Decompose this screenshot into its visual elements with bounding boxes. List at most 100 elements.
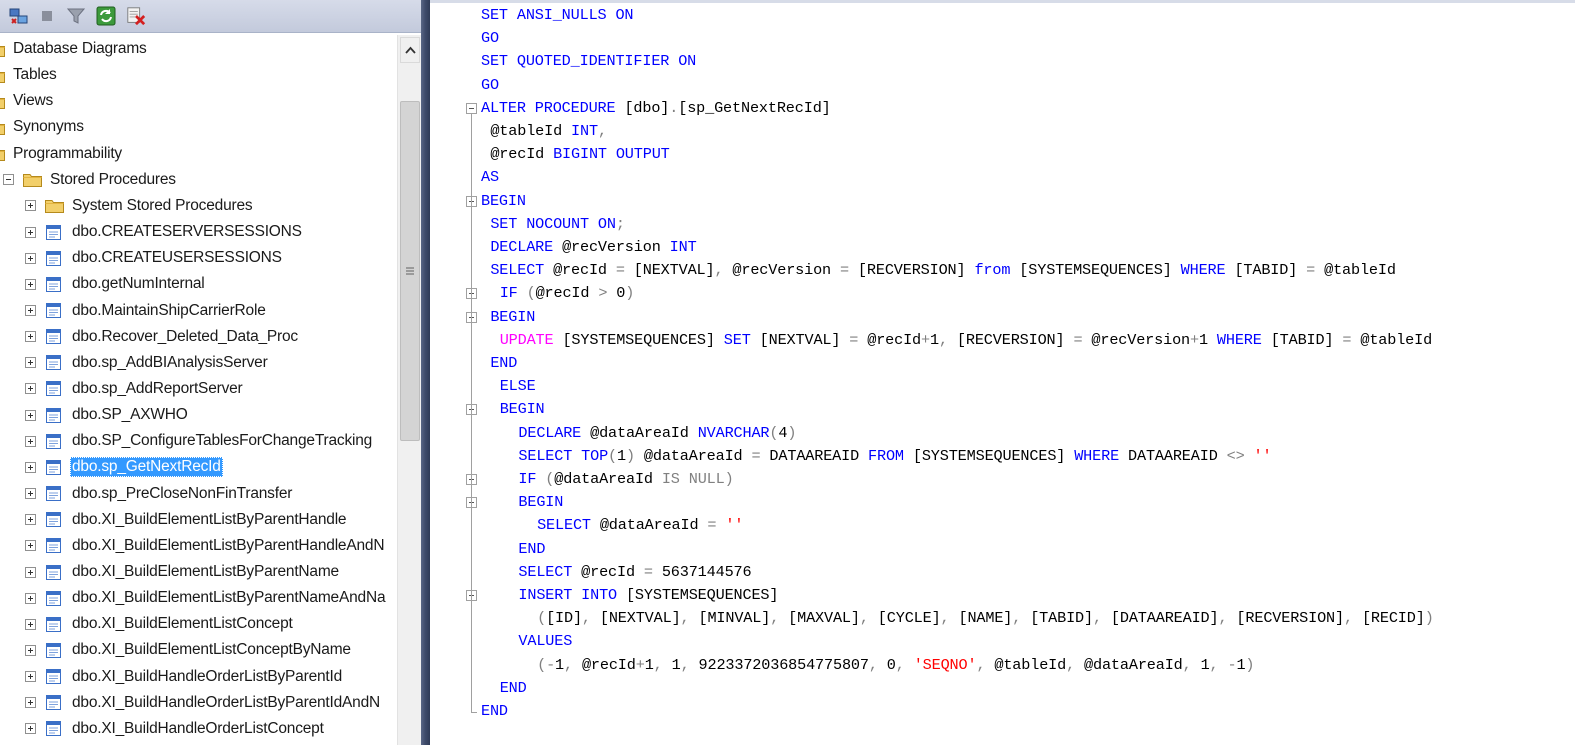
tree-node-dbo-sp-preclosenonfintransfer[interactable]: dbo.sp_PreCloseNonFinTransfer (25, 481, 294, 507)
tree-node-dbo-xi-buildelementlistconceptbyname[interactable]: dbo.XI_BuildElementListConceptByName (25, 637, 353, 663)
pane-splitter[interactable] (421, 0, 430, 745)
tree-node-label: dbo.Recover_Deleted_Data_Proc (72, 327, 298, 345)
connect-icon[interactable] (9, 6, 29, 26)
expand-plus-icon[interactable] (25, 278, 36, 290)
code-line: BEGIN (481, 191, 526, 210)
filter-icon[interactable] (66, 6, 86, 26)
stop-icon[interactable] (37, 6, 57, 26)
tree-node-dbo-maintainshipcarrierrole[interactable]: dbo.MaintainShipCarrierRole (25, 298, 268, 324)
tree-node-label: Database Diagrams (13, 40, 147, 57)
tree-node-dbo-xi-buildelementlistbyparentname[interactable]: dbo.XI_BuildElementListByParentName (25, 559, 341, 585)
tree-node-dbo-recover-deleted-data-proc[interactable]: dbo.Recover_Deleted_Data_Proc (25, 324, 300, 350)
code-line: GO (481, 29, 499, 48)
expand-plus-icon[interactable] (25, 305, 36, 316)
outline-guide-end (471, 712, 477, 713)
code-line: @recId BIGINT OUTPUT (490, 145, 670, 164)
tree-node-dbo-xi-buildelementlistbyparenthandleandn[interactable]: dbo.XI_BuildElementListByParentHandleAnd… (25, 533, 386, 559)
tree-node-database-diagrams[interactable]: Database Diagrams (0, 36, 149, 62)
collapse-minus-icon[interactable] (3, 174, 14, 186)
tree-node-views[interactable]: Views (0, 88, 55, 114)
tree-scrollbar[interactable] (397, 35, 421, 745)
stored-procedure-icon (45, 668, 62, 685)
expand-plus-icon[interactable] (25, 592, 36, 604)
object-explorer-tree: Database Diagrams Tables Views Synonyms Prog… (0, 36, 397, 745)
code-editor[interactable]: SET ANSI_NULLS ON GO SET QUOTED_IDENTIFIER… (430, 0, 1575, 745)
code-line: (-1, @recId+1, 1, 9223372036854775807, 0… (537, 655, 1255, 674)
expand-plus-icon[interactable] (25, 488, 36, 500)
folder-icon (0, 120, 5, 135)
tree-node-label: dbo.XI_BuildElementListByParentHandleAnd… (72, 536, 385, 554)
tree-node-dbo-xi-buildelementlistbyparentnameandna[interactable]: dbo.XI_BuildElementListByParentNameAndNa (25, 585, 387, 611)
code-line: INSERT INTO [SYSTEMSEQUENCES] (518, 586, 779, 604)
expand-plus-icon[interactable] (25, 357, 36, 369)
tree-node-dbo-createserversessions[interactable]: dbo.CREATESERVERSESSIONS (25, 219, 304, 245)
code-line: SET QUOTED_IDENTIFIER ON (481, 52, 697, 71)
tree-node-dbo-xi-buildhandleorderlistbyparentid[interactable]: dbo.XI_BuildHandleOrderListByParentId (25, 664, 344, 690)
stored-procedure-icon (45, 407, 62, 424)
code-line: SET ANSI_NULLS ON (481, 6, 634, 24)
scroll-up-button[interactable] (400, 37, 420, 63)
tree-node-stored-procedures[interactable]: Stored Procedures (3, 167, 178, 193)
scrollbar-thumb[interactable] (400, 101, 420, 441)
code-line: SELECT TOP(1) @dataAreaId = DATAAREAID F… (518, 446, 1272, 465)
tree-node-dbo-createusersessions[interactable]: dbo.CREATEUSERSESSIONS (25, 245, 284, 271)
tree-node-dbo-sp-axwho[interactable]: dbo.SP_AXWHO (25, 402, 190, 428)
tree-node-label: dbo.CREATEUSERSESSIONS (72, 249, 282, 267)
tree-node-dbo-xi-buildelementlistbyparenthandle[interactable]: dbo.XI_BuildElementListByParentHandle (25, 507, 348, 533)
expand-plus-icon[interactable] (25, 618, 36, 630)
tree-node-label: dbo.XI_BuildElementListByParentHandle (72, 510, 347, 528)
refresh-icon[interactable] (96, 6, 116, 26)
code-line: GO (481, 75, 499, 94)
tree-node-label: dbo.XI_BuildElementListConceptByName (72, 641, 351, 659)
expand-plus-icon[interactable] (25, 252, 36, 264)
tree-node-dbo-xi-buildhandleorderlistbyparentidandn[interactable]: dbo.XI_BuildHandleOrderListByParentIdAnd… (25, 690, 382, 716)
expand-plus-icon[interactable] (25, 331, 36, 343)
code-line: END (481, 702, 508, 720)
tree-node-dbo-sp-addbianalysisserver[interactable]: dbo.sp_AddBIAnalysisServer (25, 350, 270, 376)
tree-node-label: Synonyms (13, 118, 84, 136)
expand-plus-icon[interactable] (25, 644, 36, 656)
expand-plus-icon[interactable] (25, 200, 36, 212)
expand-plus-icon[interactable] (25, 226, 36, 238)
tree-node-label: dbo.XI_BuildHandleOrderListConcept (72, 719, 324, 737)
tree-node-dbo-getnuminternal[interactable]: dbo.getNumInternal (25, 271, 207, 297)
expand-plus-icon[interactable] (25, 723, 36, 735)
expand-plus-icon[interactable] (25, 514, 36, 526)
code-line: SELECT @recId = [NEXTVAL], @recVersion =… (490, 261, 1396, 280)
stored-procedure-icon (45, 250, 62, 267)
tree-node-label: dbo.SP_ConfigureTablesForChangeTracking (72, 432, 373, 450)
folder-icon (0, 68, 5, 83)
tree-node-dbo-sp-configuretablesforchangetracking[interactable]: dbo.SP_ConfigureTablesForChangeTracking (25, 428, 374, 454)
tree-node-dbo-xi-buildhandleorderlistconcept[interactable]: dbo.XI_BuildHandleOrderListConcept (25, 716, 326, 742)
expand-plus-icon[interactable] (25, 671, 36, 683)
tree-node-label: Programmability (13, 144, 122, 162)
tree-node-system-stored-procedures[interactable]: System Stored Procedures (25, 193, 254, 219)
delete-icon[interactable] (126, 6, 146, 26)
expand-plus-icon[interactable] (25, 383, 36, 395)
expand-plus-icon[interactable] (25, 566, 36, 578)
expand-plus-icon[interactable] (25, 540, 36, 552)
tree-node-label: dbo.SP_AXWHO (72, 406, 188, 424)
stored-procedure-icon (45, 433, 62, 450)
expand-plus-icon[interactable] (25, 697, 36, 709)
tree-node-dbo-xi-buildelementlistconcept[interactable]: dbo.XI_BuildElementListConcept (25, 611, 295, 637)
tree-node-synonyms[interactable]: Synonyms (0, 114, 86, 140)
expand-plus-icon[interactable] (25, 409, 36, 421)
tree-node-label: Tables (13, 66, 57, 84)
folder-icon (0, 94, 5, 109)
collapse-region-icon[interactable] (466, 102, 477, 114)
object-explorer-toolbar (0, 0, 421, 33)
expand-plus-icon[interactable] (25, 461, 36, 473)
tree-node-dbo-sp-getnextrecid[interactable]: dbo.sp_GetNextRecId (25, 454, 223, 480)
tree-node-dbo-sp-addreportserver[interactable]: dbo.sp_AddReportServer (25, 376, 245, 402)
code-line: IF (@recId > 0) (499, 284, 635, 303)
tree-node-programmability[interactable]: Programmability (0, 141, 124, 167)
expand-plus-icon[interactable] (25, 435, 36, 447)
code-line: ([ID], [NEXTVAL], [MINVAL], [MAXVAL], [C… (537, 609, 1434, 628)
tree-node-label: dbo.sp_PreCloseNonFinTransfer (72, 484, 293, 502)
tree-node-tables[interactable]: Tables (0, 62, 59, 88)
stored-procedure-icon (45, 511, 62, 528)
tree-node-label: dbo.sp_AddBIAnalysisServer (72, 353, 268, 371)
code-line: DECLARE @recVersion INT (490, 238, 697, 256)
tree-node-label: Views (13, 92, 54, 110)
